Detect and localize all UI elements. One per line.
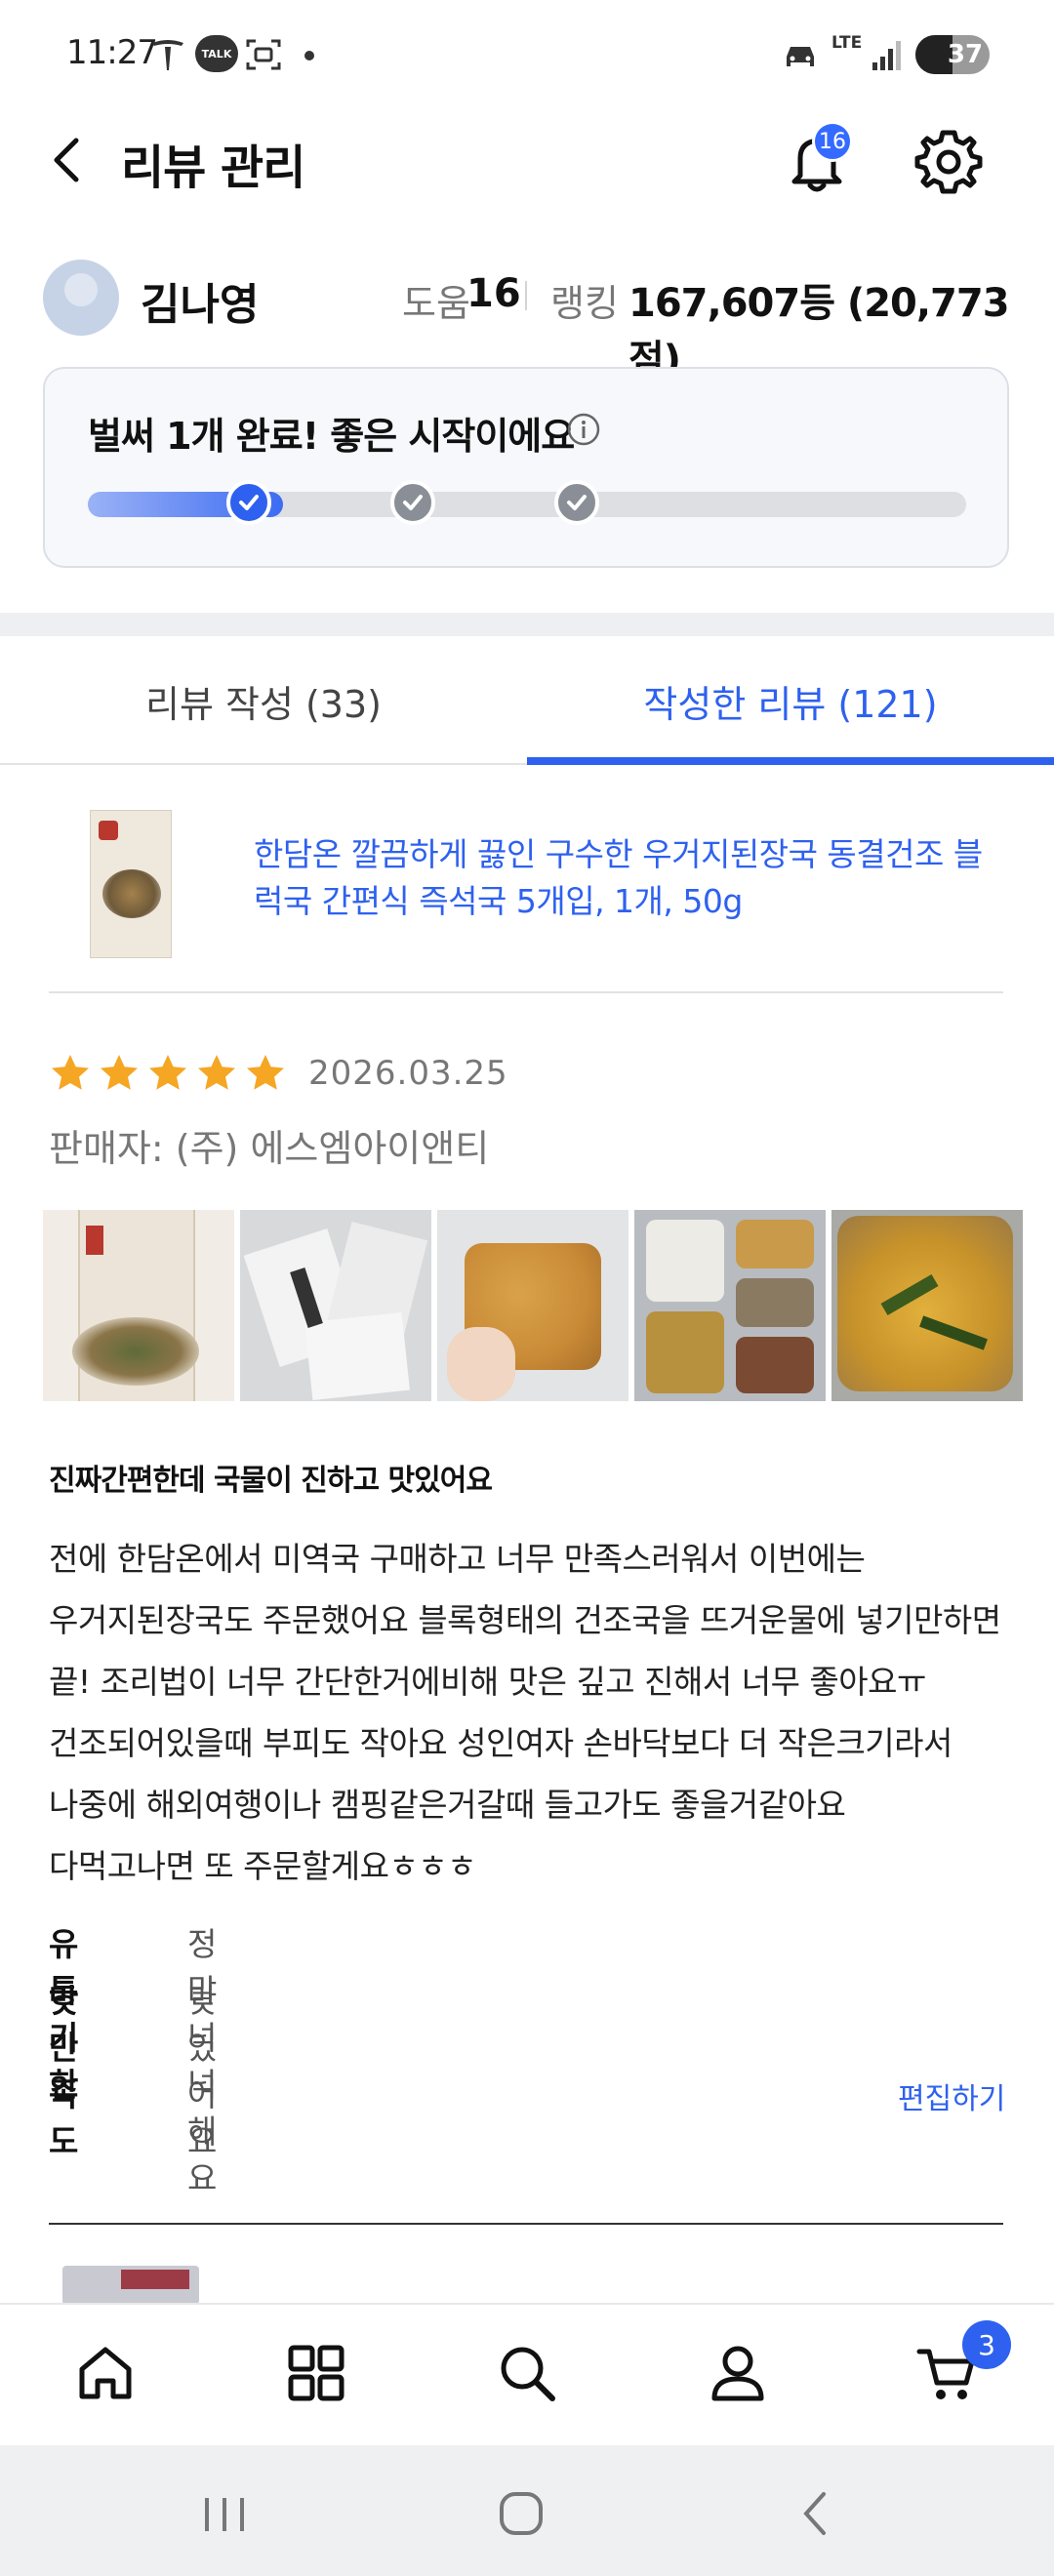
car-icon bbox=[787, 47, 814, 66]
review-list-divider bbox=[49, 2223, 1003, 2225]
review-body-line: 끝! 조리법이 너무 간단한거에비해 맛은 깊고 진해서 너무 좋아요ㅠ bbox=[49, 1663, 926, 1701]
progress-step-check-icon bbox=[554, 480, 599, 525]
nav-search-button[interactable] bbox=[488, 2334, 566, 2412]
back-system-button[interactable] bbox=[787, 2484, 845, 2543]
section-divider bbox=[0, 613, 1054, 636]
product-row[interactable]: 한담온 깔끔하게 끓인 구수한 우거지된장국 동결건조 블럭국 간편식 즉석국 … bbox=[0, 790, 1054, 993]
help-label: 도움 bbox=[402, 282, 470, 325]
status-bar: 11:27 TALK LTE 37 bbox=[0, 0, 1054, 107]
cart-badge: 3 bbox=[962, 2320, 1011, 2369]
back-button[interactable] bbox=[39, 131, 98, 189]
review-photo[interactable] bbox=[634, 1210, 826, 1401]
notification-badge: 16 bbox=[812, 121, 853, 162]
review-body-line: 건조되어있을때 부피도 작아요 성인여자 손바닥보다 더 작은크기라서 bbox=[49, 1724, 953, 1762]
settings-gear-button[interactable] bbox=[912, 125, 986, 199]
review-body-line: 전에 한담온에서 미역국 구매하고 너무 만족스러워서 이번에는 bbox=[49, 1540, 866, 1578]
bottom-navigation: 3 bbox=[0, 2303, 1054, 2445]
help-count: 16 bbox=[466, 271, 521, 316]
lte-label: LTE bbox=[831, 33, 863, 53]
attribute-value: 맛있어요 bbox=[187, 1982, 218, 2160]
screenshot-icon bbox=[246, 39, 281, 70]
search-icon bbox=[501, 2347, 555, 2401]
page-title: 리뷰 관리 bbox=[121, 141, 305, 195]
tab-write-review[interactable]: 리뷰 작성 (33) bbox=[0, 636, 527, 765]
review-photo[interactable] bbox=[240, 1210, 431, 1401]
home-system-button[interactable] bbox=[492, 2484, 550, 2543]
progress-step-check-icon bbox=[226, 480, 271, 525]
profile-name: 김나영 bbox=[141, 280, 260, 330]
app-header: 리뷰 관리 16 bbox=[0, 107, 1054, 215]
categories-icon bbox=[288, 2345, 345, 2401]
seller-name: 판매자: (주) 에스엠아이앤티 bbox=[49, 1127, 490, 1170]
review-photo[interactable] bbox=[437, 1210, 628, 1401]
product-thumbnail[interactable] bbox=[90, 810, 172, 958]
review-photos bbox=[43, 1210, 1054, 1401]
notification-dot-icon bbox=[304, 51, 314, 60]
star-icon bbox=[101, 1055, 138, 1090]
home-circle-icon bbox=[500, 2492, 543, 2535]
talk-icon-label: TALK bbox=[201, 47, 232, 60]
active-tab-indicator bbox=[527, 757, 1054, 765]
progress-card: 벌써 1개 완료! 좋은 시작이에요 bbox=[43, 367, 1009, 568]
review-body-line: 다먹고나면 또 주문할게요ㅎㅎㅎ bbox=[49, 1847, 477, 1885]
star-icon bbox=[247, 1055, 284, 1090]
product-name-link[interactable]: 한담온 깔끔하게 끓인 구수한 우거지된장국 동결건조 블럭국 간편식 즉석국 … bbox=[254, 831, 995, 925]
progress-track bbox=[88, 492, 966, 517]
talk-icon: TALK bbox=[195, 35, 238, 72]
review-body-line: 우거지된장국도 주문했어요 블록형태의 건조국을 뜨거운물에 넣기만하면 bbox=[49, 1601, 1001, 1639]
review-photo[interactable] bbox=[43, 1210, 234, 1401]
signal-icon bbox=[872, 41, 901, 70]
attribute-label: 맛 만족도 bbox=[49, 1982, 79, 2160]
back-chevron-icon bbox=[803, 2492, 826, 2535]
info-icon[interactable] bbox=[566, 412, 601, 447]
recent-apps-icon bbox=[205, 2498, 244, 2531]
review-body-line: 나중에 해외여행이나 캠핑같은거갈때 들고가도 좋을거같아요 bbox=[49, 1786, 846, 1824]
battery-level: 37 bbox=[947, 40, 984, 69]
edit-review-link[interactable]: 편집하기 bbox=[898, 2074, 1005, 2117]
star-icon bbox=[149, 1055, 186, 1090]
nav-home-button[interactable] bbox=[66, 2334, 144, 2412]
system-navigation-bar bbox=[0, 2445, 1054, 2576]
progress-step-check-icon bbox=[390, 480, 435, 525]
rank-label: 랭킹 bbox=[550, 282, 619, 325]
tesla-icon bbox=[152, 40, 183, 70]
battery-indicator: 37 bbox=[915, 35, 990, 74]
review-tabs: 리뷰 작성 (33) 작성한 리뷰 (121) bbox=[0, 636, 1054, 765]
star-icon bbox=[52, 1055, 89, 1090]
review-title: 진짜간편한데 국물이 진하고 맛있어요 bbox=[49, 1464, 493, 1498]
progress-title: 벌써 1개 완료! 좋은 시작이에요 bbox=[88, 415, 575, 458]
star-icon bbox=[198, 1055, 235, 1090]
product-divider bbox=[49, 991, 1003, 993]
review-body: 전에 한담온에서 미역국 구매하고 너무 만족스러워서 이번에는우거지된장국도 … bbox=[49, 1528, 1015, 1897]
home-icon bbox=[79, 2347, 132, 2399]
nav-account-button[interactable] bbox=[699, 2334, 777, 2412]
recent-apps-button[interactable] bbox=[195, 2484, 254, 2543]
tab-written-reviews[interactable]: 작성한 리뷰 (121) bbox=[527, 636, 1054, 765]
review-date: 2026.03.25 bbox=[308, 1054, 508, 1093]
lte-icon: LTE bbox=[831, 33, 862, 53]
star-rating bbox=[49, 1052, 287, 1095]
stat-divider bbox=[525, 281, 527, 310]
profile-summary: 김나영 도움 16 랭킹 167,607등 (20,773점) bbox=[0, 244, 1054, 382]
nav-categories-button[interactable] bbox=[277, 2334, 355, 2412]
review-photo[interactable] bbox=[831, 1210, 1023, 1401]
status-time: 11:27 bbox=[66, 33, 158, 72]
avatar[interactable] bbox=[43, 260, 119, 336]
account-icon bbox=[711, 2346, 764, 2401]
next-product-thumbnail[interactable] bbox=[62, 2266, 199, 2305]
